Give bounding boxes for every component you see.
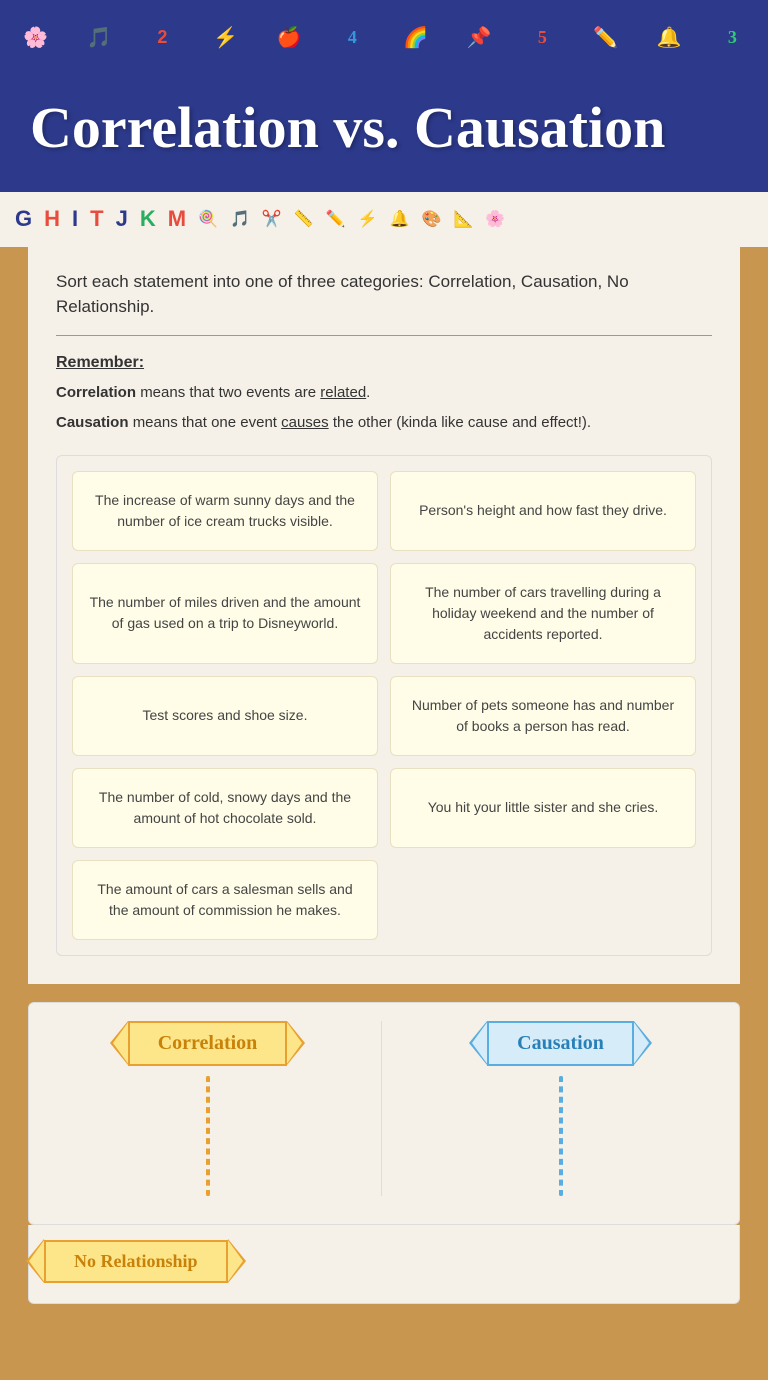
correlation-ribbon-wrapper: Correlation — [128, 1021, 288, 1066]
doodle-icon: 📏 — [294, 209, 314, 229]
doodle-icon: 🎵 — [230, 209, 250, 229]
doodle-icon: 🌸 — [485, 209, 505, 229]
doodle-letter: J — [116, 206, 128, 232]
sort-section: Correlation Causation — [28, 1002, 740, 1225]
doodle-letter: H — [44, 206, 60, 232]
doodle-icon: ✂️ — [262, 209, 282, 229]
correlation-bold: Correlation — [56, 384, 136, 401]
no-rel-banner: No Relationship — [44, 1240, 228, 1283]
doodle-cell: 3 — [702, 5, 763, 70]
correlation-drop-zone[interactable] — [206, 1076, 210, 1196]
doodle-letter: M — [168, 206, 186, 232]
doodle-letter: K — [140, 206, 156, 232]
doodle-icon: 📐 — [453, 209, 473, 229]
causation-bold: Causation — [56, 414, 129, 431]
doodle-icon: 🍭 — [198, 209, 218, 229]
causation-column: Causation — [381, 1021, 724, 1196]
doodle-letter: I — [72, 206, 78, 232]
doodle-strip-bottom: G H I T J K M 🍭 🎵 ✂️ 📏 ✏️ ⚡ 🔔 🎨 📐 🌸 — [0, 192, 768, 247]
page-title: Correlation vs. Causation — [30, 95, 738, 162]
doodle-strip-top: 🌸 🎵 2 ⚡ 🍎 4 🌈 📌 5 ✏️ 🔔 3 — [0, 0, 768, 75]
causation-drop-zone[interactable] — [559, 1076, 563, 1196]
main-content: Sort each statement into one of three ca… — [28, 247, 740, 984]
list-item[interactable]: The number of cars travelling during a h… — [390, 563, 696, 664]
doodle-cell: 5 — [512, 5, 573, 70]
header-banner: 🌸 🎵 2 ⚡ 🍎 4 🌈 📌 5 ✏️ 🔔 3 Correlation vs.… — [0, 0, 768, 247]
list-item[interactable]: The number of cold, snowy days and the a… — [72, 768, 378, 848]
no-relationship-section: No Relationship — [28, 1225, 740, 1304]
list-item[interactable]: The increase of warm sunny days and the … — [72, 471, 378, 551]
correlation-end: . — [366, 384, 370, 401]
doodle-icon: 🔔 — [390, 209, 410, 229]
doodle-icon: ✏️ — [326, 209, 346, 229]
doodle-cell: ⚡ — [195, 5, 256, 70]
correlation-definition: Correlation means that two events are re… — [56, 382, 712, 405]
correlation-column: Correlation — [44, 1021, 371, 1196]
correlation-rest: means that two events are — [140, 384, 320, 401]
remember-label: Remember: — [56, 354, 712, 372]
causation-label: Causation — [487, 1021, 634, 1066]
cards-container: The increase of warm sunny days and the … — [56, 455, 712, 956]
list-item[interactable]: Test scores and shoe size. — [72, 676, 378, 756]
instruction-text: Sort each statement into one of three ca… — [56, 269, 712, 320]
causation-ribbon-wrapper: Causation — [487, 1021, 634, 1066]
causation-definition: Causation means that one event causes th… — [56, 412, 712, 435]
ribbon-left-arrow-inner — [113, 1021, 129, 1065]
doodle-cell: 🌈 — [385, 5, 446, 70]
causation-rest: means that one event — [133, 414, 281, 431]
list-item[interactable]: Number of pets someone has and number of… — [390, 676, 696, 756]
doodle-letter: G — [15, 206, 32, 232]
doodle-cell: 📌 — [448, 5, 509, 70]
no-relationship-label: No Relationship — [44, 1240, 228, 1283]
sort-header-row: Correlation Causation — [44, 1021, 724, 1196]
doodle-icon: 🎨 — [422, 209, 442, 229]
page-wrapper: 🌸 🎵 2 ⚡ 🍎 4 🌈 📌 5 ✏️ 🔔 3 Correlation vs.… — [0, 0, 768, 1380]
doodle-icon: ⚡ — [358, 209, 378, 229]
causation-ribbon-left-arrow-inner — [472, 1021, 488, 1065]
empty-cell — [390, 860, 696, 940]
norel-left-arrow-inner — [29, 1239, 45, 1283]
ribbon-right-arrow-inner — [286, 1021, 302, 1065]
doodle-cell: 🎵 — [68, 5, 129, 70]
doodle-letter: T — [90, 206, 103, 232]
list-item[interactable]: The number of miles driven and the amoun… — [72, 563, 378, 664]
doodle-cell: 🌸 — [5, 5, 66, 70]
doodle-cell: 🍎 — [258, 5, 319, 70]
divider — [56, 335, 712, 336]
header-title-area: Correlation vs. Causation — [0, 75, 768, 192]
doodle-cell: 4 — [322, 5, 383, 70]
causation-ribbon-right-arrow-inner — [633, 1021, 649, 1065]
causation-underline: causes — [281, 414, 329, 431]
doodle-cell: 2 — [132, 5, 193, 70]
norel-right-arrow-inner — [227, 1239, 243, 1283]
doodle-cell: ✏️ — [575, 5, 636, 70]
list-item[interactable]: Person's height and how fast they drive. — [390, 471, 696, 551]
causation-end: the other (kinda like cause and effect!)… — [329, 414, 591, 431]
correlation-underline: related — [320, 384, 366, 401]
list-item[interactable]: The amount of cars a salesman sells and … — [72, 860, 378, 940]
list-item[interactable]: You hit your little sister and she cries… — [390, 768, 696, 848]
no-rel-ribbon-wrapper: No Relationship — [44, 1240, 724, 1283]
correlation-label: Correlation — [128, 1021, 288, 1066]
doodle-cell: 🔔 — [638, 5, 699, 70]
